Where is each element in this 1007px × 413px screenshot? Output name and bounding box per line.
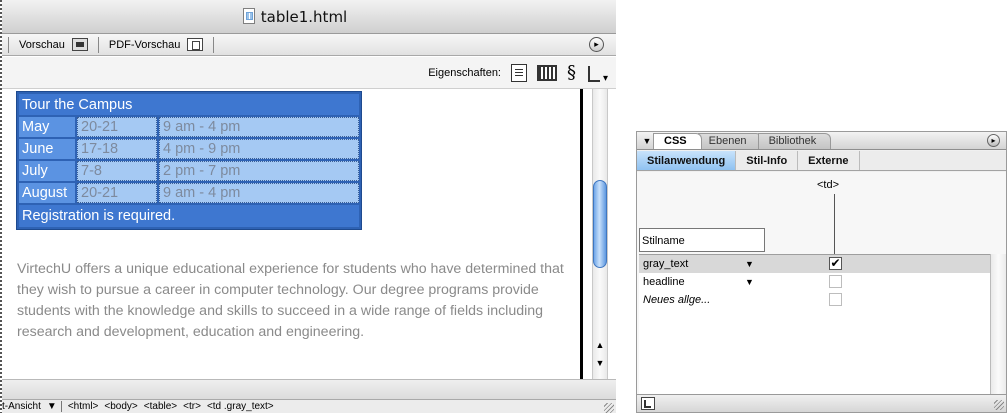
intro-paragraph[interactable]: VirtechU offers a unique educational exp… xyxy=(17,259,577,343)
panel-tab-bar: ▼ CSS Ebenen Bibliothek ▸ xyxy=(637,132,1006,150)
panel-bottom-bar xyxy=(637,394,1006,412)
column-tag-label: <td> xyxy=(817,179,840,191)
horizontal-scrollbar[interactable] xyxy=(2,379,616,399)
month-cell[interactable]: June xyxy=(19,139,75,159)
campus-tour-table[interactable]: Tour the Campus May 20-21 9 am - 4 pm Ju… xyxy=(16,91,362,230)
style-application-area: <td> Stilname gray_text ▼ ✔ headline ▼ N… xyxy=(637,172,1006,394)
time-cell[interactable]: 9 am - 4 pm xyxy=(159,183,359,203)
tag-tr[interactable]: <tr> xyxy=(183,401,201,412)
resize-grip-icon[interactable] xyxy=(604,403,614,413)
table-row: July 7-8 2 pm - 7 pm xyxy=(19,161,359,181)
document-window: table1.html Vorschau PDF-Vorschau ▸ Eige… xyxy=(0,0,616,413)
html-document-icon xyxy=(241,7,257,26)
style-checkbox[interactable]: ✔ xyxy=(829,257,842,270)
properties-label: Eigenschaften: xyxy=(428,66,501,79)
tab-bibliothek[interactable]: Bibliothek xyxy=(757,133,832,149)
list-item[interactable]: Neues allge... xyxy=(639,291,990,309)
panel-options-icon[interactable]: ▸ xyxy=(987,134,1000,147)
time-cell[interactable]: 9 am - 4 pm xyxy=(159,117,359,137)
time-cell[interactable]: 2 pm - 7 pm xyxy=(159,161,359,181)
title-bar[interactable]: table1.html xyxy=(2,0,616,34)
subtab-externe[interactable]: Externe xyxy=(798,151,860,170)
resize-grip-icon[interactable] xyxy=(994,400,1004,410)
list-item[interactable]: gray_text ▼ ✔ xyxy=(639,255,990,273)
dates-cell[interactable]: 7-8 xyxy=(77,161,157,181)
pdf-icon xyxy=(187,38,204,51)
page-edge-line xyxy=(580,89,583,379)
css-subtabs: Stilanwendung Stil-Info Externe xyxy=(637,151,1006,171)
toolbar-options-icon[interactable]: ▸ xyxy=(589,37,604,52)
subtab-stil-info[interactable]: Stil-Info xyxy=(736,151,799,170)
table-row: June 17-18 4 pm - 9 pm xyxy=(19,139,359,159)
list-item[interactable]: headline ▼ xyxy=(639,273,990,291)
properties-toolbar: Eigenschaften: § xyxy=(2,57,616,89)
toolbar-separator xyxy=(97,36,99,53)
tab-css[interactable]: CSS xyxy=(653,133,702,149)
preview-label: Vorschau xyxy=(19,38,65,51)
time-cell[interactable]: 4 pm - 9 pm xyxy=(159,139,359,159)
page-properties-icon[interactable] xyxy=(511,63,527,82)
month-cell[interactable]: May xyxy=(19,117,75,137)
table-row: August 20-21 9 am - 4 pm xyxy=(19,183,359,203)
design-view[interactable]: Tour the Campus May 20-21 9 am - 4 pm Ju… xyxy=(2,89,578,379)
chevron-down-icon: ▼ xyxy=(46,401,57,412)
tag-td[interactable]: <td .gray_text> xyxy=(207,401,274,412)
table-footer[interactable]: Registration is required. xyxy=(19,205,359,227)
new-style-label: Neues allge... xyxy=(643,294,711,306)
scroll-down-arrow-icon[interactable]: ▼ xyxy=(593,357,607,369)
style-list: gray_text ▼ ✔ headline ▼ Neues allge... xyxy=(639,254,990,394)
collapse-arrow-icon[interactable]: ▼ xyxy=(641,136,653,146)
tag-table[interactable]: <table> xyxy=(144,401,177,412)
dates-cell[interactable]: 20-21 xyxy=(77,183,157,203)
tab-ebenen[interactable]: Ebenen xyxy=(697,133,762,149)
view-mode-label: t-Ansicht xyxy=(2,401,41,412)
table-header[interactable]: Tour the Campus xyxy=(19,94,359,115)
chevron-down-icon[interactable]: ▼ xyxy=(745,255,754,273)
style-name: headline xyxy=(643,276,685,288)
preview-icon xyxy=(71,38,88,51)
style-checkbox[interactable] xyxy=(829,293,842,306)
css-panel: ▼ CSS Ebenen Bibliothek ▸ Stilanwendung … xyxy=(636,131,1007,413)
tag-selector-bar: t-Ansicht ▼ <html> <body> <table> <tr> <… xyxy=(2,399,616,413)
style-name: gray_text xyxy=(643,258,689,270)
toolbar-separator xyxy=(8,36,9,53)
pdf-preview-label: PDF-Vorschau xyxy=(108,38,181,51)
view-mode-select[interactable]: t-Ansicht ▼ xyxy=(2,401,62,412)
style-checkbox[interactable] xyxy=(829,275,842,288)
window-title: table1.html xyxy=(260,7,348,26)
month-cell[interactable]: July xyxy=(19,161,75,181)
attach-stylesheet-icon[interactable] xyxy=(641,397,655,410)
scroll-up-arrow-icon[interactable]: ▲ xyxy=(593,339,607,351)
scroll-thumb[interactable] xyxy=(593,180,607,268)
preview-toolbar: Vorschau PDF-Vorschau ▸ xyxy=(2,34,616,56)
tag-html[interactable]: <html> xyxy=(68,401,99,412)
dates-cell[interactable]: 20-21 xyxy=(77,117,157,137)
style-list-scrollbar[interactable] xyxy=(990,254,1006,394)
media-properties-icon[interactable] xyxy=(537,64,557,81)
table-row: May 20-21 9 am - 4 pm xyxy=(19,117,359,137)
preview-button[interactable]: Vorschau xyxy=(15,38,92,51)
subtab-stilanwendung[interactable]: Stilanwendung xyxy=(637,151,737,170)
layout-menu-icon[interactable] xyxy=(586,64,608,84)
pdf-preview-button[interactable]: PDF-Vorschau xyxy=(105,38,208,51)
chevron-down-icon[interactable]: ▼ xyxy=(745,273,754,291)
link-chain-icon[interactable]: § xyxy=(567,63,576,82)
tag-body[interactable]: <body> xyxy=(104,401,137,412)
dates-cell[interactable]: 17-18 xyxy=(77,139,157,159)
stilname-header: Stilname xyxy=(639,228,765,252)
vertical-scrollbar[interactable]: ▲ ▼ xyxy=(578,89,616,379)
month-cell[interactable]: August xyxy=(19,183,75,203)
toolbar-separator xyxy=(213,36,215,53)
